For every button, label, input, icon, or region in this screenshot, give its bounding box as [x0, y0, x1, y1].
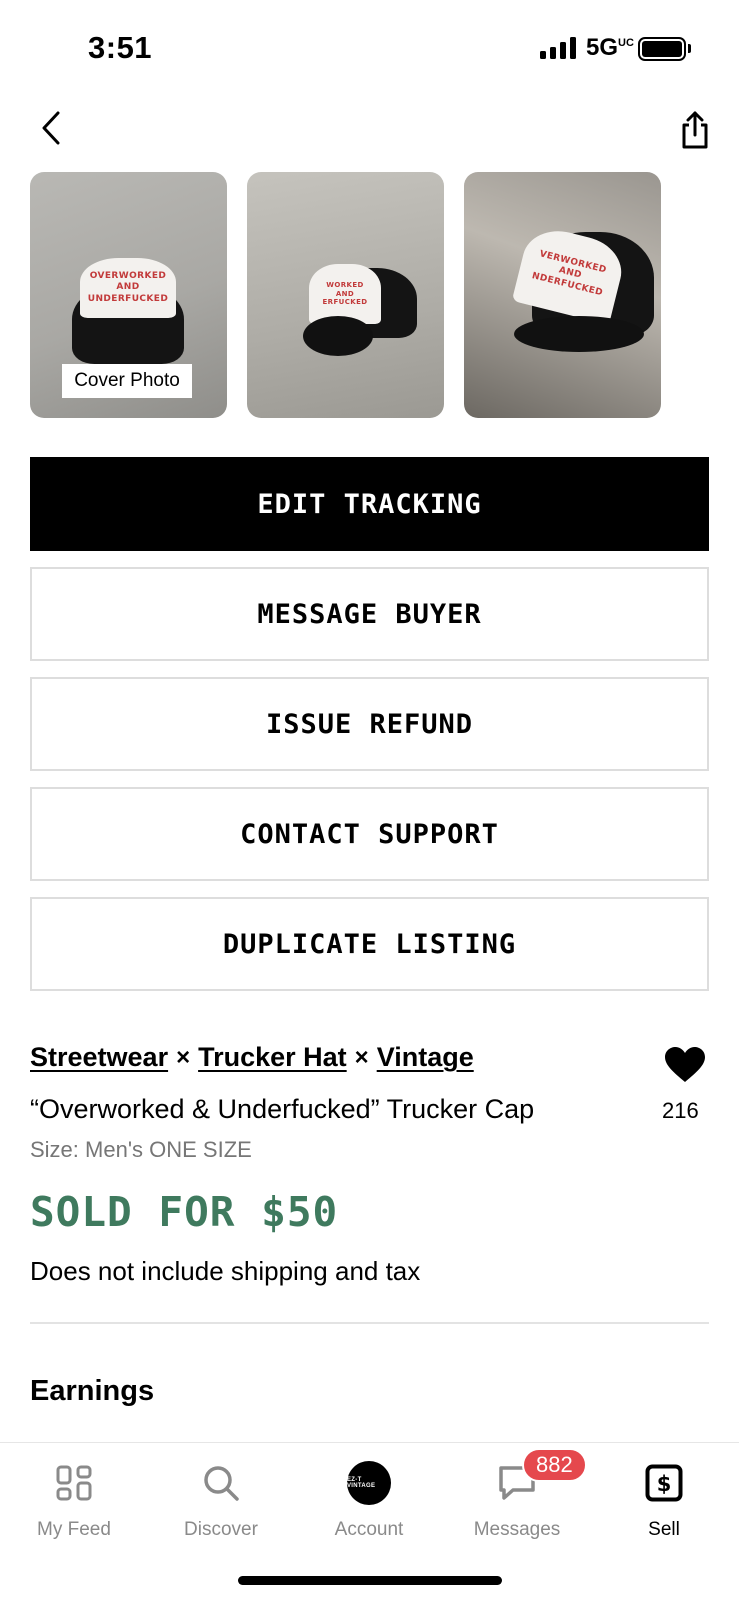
- divider: [30, 1322, 709, 1324]
- tab-label: Account: [334, 1519, 404, 1540]
- tab-discover[interactable]: Discover: [156, 1461, 286, 1541]
- heart-icon: [665, 1047, 705, 1082]
- category-separator: ×: [354, 1043, 369, 1071]
- cover-photo-label: Cover Photo: [62, 364, 192, 398]
- like-count: 216: [662, 1098, 699, 1123]
- home-indicator[interactable]: [238, 1576, 502, 1585]
- battery-icon: [638, 37, 686, 61]
- category-link-streetwear[interactable]: Streetwear: [30, 1042, 168, 1073]
- like-button[interactable]: [664, 1046, 706, 1084]
- search-icon: [199, 1461, 243, 1505]
- network-label: 5G: [586, 34, 619, 61]
- hat-image: WORKED AND ERFUCKED: [303, 258, 417, 358]
- tab-label: Discover: [184, 1519, 258, 1540]
- tab-label: My Feed: [37, 1519, 111, 1540]
- tab-label: Sell: [648, 1519, 680, 1540]
- share-button[interactable]: [680, 110, 710, 150]
- category-link-trucker-hat[interactable]: Trucker Hat: [198, 1042, 347, 1073]
- issue-refund-button[interactable]: ISSUE REFUND: [30, 677, 709, 771]
- contact-support-button[interactable]: CONTACT SUPPORT: [30, 787, 709, 881]
- edit-tracking-button[interactable]: EDIT TRACKING: [30, 457, 709, 551]
- hat-image: VERWORKED AND NDERFUCKED: [511, 223, 654, 358]
- photo-3[interactable]: VERWORKED AND NDERFUCKED: [464, 172, 661, 418]
- sold-price: SOLD FOR $50: [30, 1188, 339, 1236]
- category-breadcrumb: Streetwear × Trucker Hat × Vintage: [30, 1042, 474, 1073]
- dollar-box-icon: $: [642, 1461, 686, 1505]
- svg-text:$: $: [657, 1472, 672, 1496]
- share-icon: [682, 111, 708, 149]
- network-indicator: 5GUC: [586, 34, 634, 62]
- item-size: Size: Men's ONE SIZE: [30, 1137, 252, 1162]
- hat-image: OVERWORKED AND UNDERFUCKED: [72, 258, 184, 368]
- category-link-vintage[interactable]: Vintage: [377, 1042, 474, 1073]
- earnings-heading: Earnings: [30, 1375, 155, 1407]
- status-bar: 3:51 5GUC: [0, 0, 739, 100]
- avatar: EZ-T VINTAGE: [347, 1461, 391, 1505]
- chevron-left-icon: [42, 111, 60, 145]
- tab-my-feed[interactable]: My Feed: [9, 1461, 139, 1541]
- item-title: “Overworked & Underfucked” Trucker Cap: [30, 1094, 535, 1124]
- tab-label: Messages: [473, 1519, 561, 1540]
- battery-tip: [688, 44, 691, 53]
- photo-cover[interactable]: OVERWORKED AND UNDERFUCKED Cover Photo: [30, 172, 227, 418]
- message-buyer-button[interactable]: MESSAGE BUYER: [30, 567, 709, 661]
- network-suffix: UC: [618, 37, 634, 49]
- signal-icon: [540, 37, 576, 59]
- duplicate-listing-button[interactable]: DUPLICATE LISTING: [30, 897, 709, 991]
- category-separator: ×: [176, 1043, 191, 1071]
- hat-print-text: OVERWORKED AND UNDERFUCKED: [87, 271, 169, 304]
- tab-sell[interactable]: $ Sell: [599, 1461, 729, 1541]
- messages-badge: 882: [522, 1448, 587, 1482]
- feed-grid-icon: [52, 1461, 96, 1505]
- photo-2[interactable]: WORKED AND ERFUCKED: [247, 172, 444, 418]
- photo-gallery: OVERWORKED AND UNDERFUCKED Cover Photo W…: [30, 172, 661, 418]
- back-button[interactable]: [38, 108, 68, 148]
- tab-account[interactable]: EZ-T VINTAGE Account: [304, 1461, 434, 1541]
- price-note: Does not include shipping and tax: [30, 1256, 421, 1286]
- avatar-text: EZ-T VINTAGE: [347, 1461, 391, 1505]
- status-time: 3:51: [88, 30, 153, 65]
